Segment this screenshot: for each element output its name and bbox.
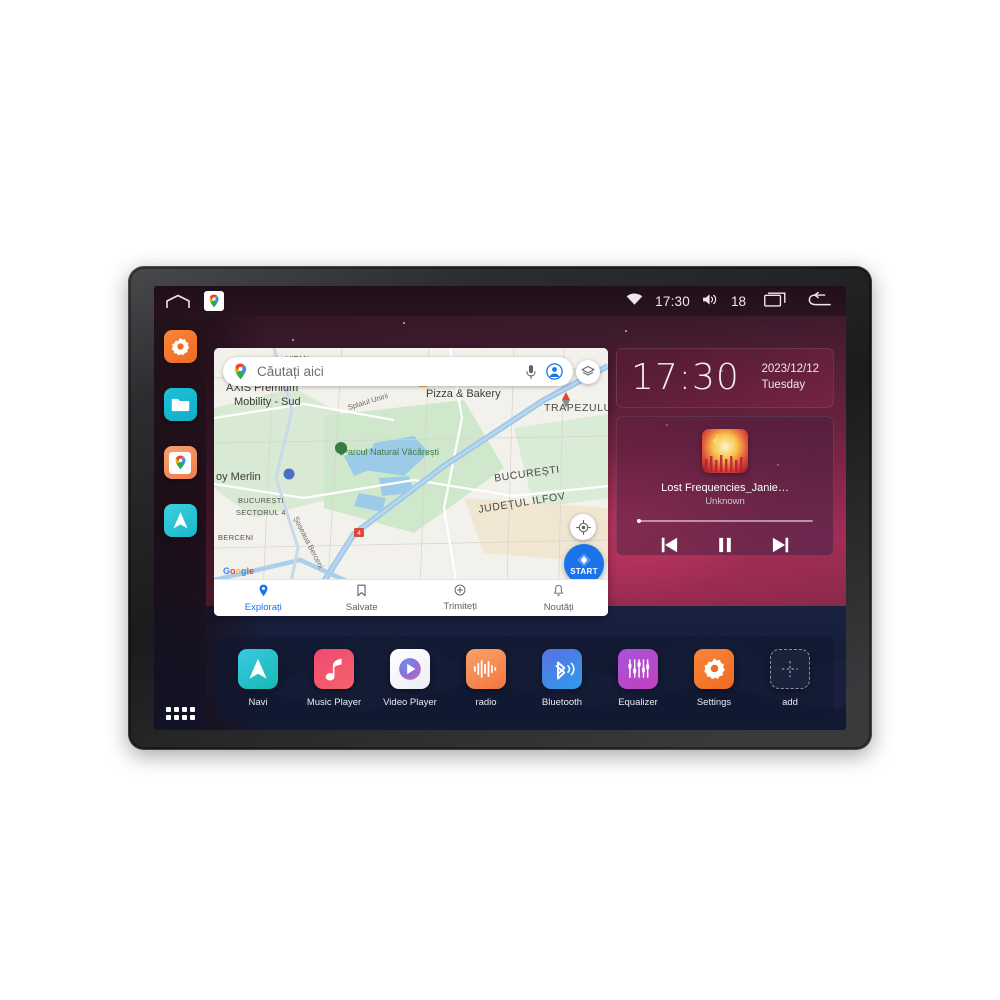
music-controls bbox=[658, 535, 792, 555]
music-note-icon[interactable] bbox=[314, 648, 354, 689]
rail-item-settings[interactable] bbox=[163, 330, 197, 363]
music-artist: Unknown bbox=[705, 496, 745, 508]
navigation-arrow-icon bbox=[173, 512, 187, 529]
map-nav-label: Noutăți bbox=[543, 601, 574, 613]
map-my-location-button[interactable] bbox=[570, 514, 596, 540]
microphone-icon[interactable] bbox=[522, 363, 539, 380]
bookmark-icon bbox=[356, 584, 367, 600]
map-label: Pizza & Bakery bbox=[426, 388, 501, 400]
waveform-icon[interactable] bbox=[466, 648, 506, 689]
map-nav-noutăți[interactable]: Noutăți bbox=[510, 584, 609, 613]
dock-app-video-player[interactable]: Video Player bbox=[377, 648, 443, 708]
map-start-label: START bbox=[570, 567, 598, 576]
dock-app-label: Bluetooth bbox=[541, 696, 583, 708]
skip-previous-icon[interactable] bbox=[658, 535, 680, 555]
clock-date: 2023/12/12 bbox=[761, 363, 819, 376]
rail-item-navi[interactable] bbox=[163, 504, 197, 537]
map-bottom-nav: Explorați Salvate Trimiteți Noutăți bbox=[214, 579, 608, 616]
dock-app-equalizer[interactable]: Equalizer bbox=[605, 648, 671, 708]
map-label: TRAPEZULU bbox=[544, 402, 608, 414]
add-plus-dashed-icon[interactable] bbox=[770, 648, 810, 689]
dock-app-radio[interactable]: radio bbox=[453, 648, 519, 708]
music-progress-bar[interactable] bbox=[637, 519, 813, 524]
equalizer-sliders-icon[interactable] bbox=[618, 648, 658, 689]
map-nav-label: Salvate bbox=[345, 601, 378, 613]
clock-weekday: Tuesday bbox=[761, 379, 806, 391]
music-progress-thumb[interactable] bbox=[637, 519, 641, 524]
map-label: BUCUREȘTI bbox=[238, 496, 285, 505]
dock-app-label: Music Player bbox=[306, 696, 362, 708]
map-nav-label: Trimiteți bbox=[443, 601, 477, 612]
wifi-icon bbox=[626, 293, 643, 309]
status-time: 17:30 bbox=[655, 293, 690, 309]
screen: 17:30 18 4 AXIS Premium Mobility - Sud S… bbox=[154, 286, 846, 730]
send-plus-icon bbox=[454, 584, 466, 599]
pause-icon[interactable] bbox=[714, 535, 736, 555]
bluetooth-icon[interactable] bbox=[542, 648, 582, 689]
album-art bbox=[702, 429, 748, 473]
map-search-input[interactable]: Căutați aici bbox=[257, 364, 515, 379]
status-bar-right: 17:30 18 bbox=[626, 291, 846, 310]
play-circle-icon[interactable] bbox=[390, 648, 430, 689]
dock-app-music-player[interactable]: Music Player bbox=[301, 648, 367, 708]
car-head-unit-device: 17:30 18 4 AXIS Premium Mobility - Sud S… bbox=[128, 266, 872, 750]
gear-icon bbox=[171, 337, 189, 356]
folder-icon bbox=[171, 398, 189, 411]
dock-app-label: radio bbox=[475, 696, 497, 708]
map-label: Mobility - Sud bbox=[234, 396, 301, 408]
google-maps-icon[interactable] bbox=[204, 291, 224, 311]
google-watermark: Google bbox=[223, 566, 255, 576]
map-start-button[interactable]: START bbox=[564, 544, 604, 584]
account-circle-icon[interactable] bbox=[546, 363, 563, 380]
dock-app-label: Settings bbox=[696, 696, 732, 708]
volume-level: 18 bbox=[730, 293, 746, 309]
map-label: Parcul Natural Văcărești bbox=[342, 447, 440, 457]
map-nav-label: Explorați bbox=[244, 601, 282, 613]
recents-icon[interactable] bbox=[764, 292, 788, 310]
pin-icon bbox=[258, 584, 269, 600]
gear-icon[interactable] bbox=[694, 648, 734, 689]
home-icon[interactable] bbox=[165, 294, 191, 309]
map-layers-button[interactable] bbox=[576, 360, 600, 384]
map-label: BERCENI bbox=[218, 533, 254, 542]
map-label: SECTORUL 4 bbox=[236, 508, 286, 517]
clock-date-block: 2023/12/12 Tuesday bbox=[761, 362, 819, 393]
dock-app-label: Video Player bbox=[383, 696, 437, 708]
status-bar: 17:30 18 bbox=[154, 286, 846, 316]
map-label: oy Merlin bbox=[216, 471, 261, 483]
clock-time: 17:30 bbox=[631, 357, 740, 398]
rail-item-files[interactable] bbox=[163, 388, 197, 421]
dock-app-label: Equalizer bbox=[618, 696, 658, 708]
bell-icon bbox=[553, 584, 564, 600]
dock-app-add[interactable]: add bbox=[757, 648, 823, 708]
dock-app-bluetooth[interactable]: Bluetooth bbox=[529, 648, 595, 708]
app-drawer-icon[interactable] bbox=[165, 707, 195, 720]
back-icon[interactable] bbox=[808, 291, 832, 310]
clock-widget[interactable]: 17:30 2023/12/12 Tuesday bbox=[616, 348, 834, 408]
app-dock: Navi Music Player Video Player radio Bluetoo… bbox=[214, 636, 834, 720]
status-bar-left bbox=[154, 291, 224, 311]
map-nav-trimiteți[interactable]: Trimiteți bbox=[411, 584, 510, 612]
dock-app-label: Navi bbox=[248, 696, 268, 708]
map-nav-salvate[interactable]: Salvate bbox=[313, 584, 412, 613]
map-nav-explorați[interactable]: Explorați bbox=[214, 584, 313, 613]
google-maps-card[interactable]: 4 VITANAXIS PremiumMobility - SudSplaiul… bbox=[214, 348, 608, 616]
dock-app-settings[interactable]: Settings bbox=[681, 648, 747, 708]
my-location-icon bbox=[575, 519, 591, 535]
svg-text:4: 4 bbox=[357, 530, 361, 537]
music-widget[interactable]: Lost Frequencies_Janie… Unknown bbox=[616, 416, 834, 556]
skip-next-icon[interactable] bbox=[770, 535, 792, 555]
volume-icon[interactable] bbox=[702, 293, 719, 309]
map-search-bar[interactable]: Căutați aici bbox=[223, 357, 573, 386]
layers-icon bbox=[581, 365, 595, 376]
dock-app-label: add bbox=[782, 696, 798, 708]
music-track-title: Lost Frequencies_Janie… bbox=[661, 481, 789, 494]
dock-app-navi[interactable]: Navi bbox=[225, 648, 291, 708]
rail-item-maps[interactable] bbox=[163, 446, 197, 479]
google-maps-icon bbox=[175, 455, 185, 470]
navigation-diamond-icon bbox=[577, 553, 591, 567]
google-maps-pin-icon bbox=[233, 363, 248, 380]
navigation-arrow-icon[interactable] bbox=[238, 648, 278, 689]
left-app-rail bbox=[154, 316, 206, 730]
